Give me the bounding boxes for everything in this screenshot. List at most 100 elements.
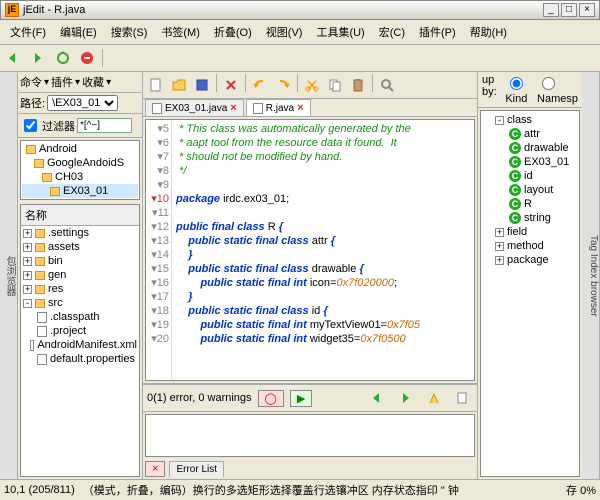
file-icon (253, 103, 263, 114)
tree-item[interactable]: GoogleAndoidS (22, 156, 138, 170)
refresh-button[interactable] (52, 47, 74, 69)
file-icon (37, 312, 47, 323)
class-icon: C (509, 184, 521, 196)
save-button[interactable] (191, 74, 213, 96)
outline-group[interactable]: + package (483, 253, 577, 267)
errorlist-tab[interactable]: Error List (169, 461, 224, 477)
menu-item[interactable]: 折叠(O) (208, 22, 258, 42)
folder-icon (34, 159, 44, 168)
search-button[interactable] (376, 74, 398, 96)
cut-button[interactable] (301, 74, 323, 96)
list-item[interactable]: .classpath (21, 310, 139, 324)
outline-class[interactable]: - class (483, 113, 577, 127)
list-item[interactable]: .project (21, 324, 139, 338)
plugin-label[interactable]: 插件 (51, 74, 73, 90)
outline-item[interactable]: Clayout (483, 183, 577, 197)
menu-item[interactable]: 编辑(E) (54, 22, 103, 42)
class-icon: C (509, 156, 521, 168)
close-icon[interactable]: × (230, 102, 236, 114)
list-item[interactable]: +gen (21, 268, 139, 282)
outline-item[interactable]: Cattr (483, 127, 577, 141)
menu-item[interactable]: 插件(P) (413, 22, 462, 42)
menu-item[interactable]: 帮助(H) (464, 22, 513, 42)
menu-item[interactable]: 视图(V) (260, 22, 309, 42)
code-area[interactable]: * This class was automatically generated… (172, 120, 474, 380)
new-button[interactable] (145, 74, 167, 96)
error-stop-button[interactable]: ◯ (258, 390, 284, 407)
outline-item[interactable]: Cid (483, 169, 577, 183)
prev-error-button[interactable] (367, 387, 389, 409)
menubar: 文件(F)编辑(E)搜索(S)书签(M)折叠(O)视图(V)工具集(U)宏(C)… (0, 20, 600, 45)
expand-icon[interactable]: + (23, 257, 32, 266)
close-button[interactable]: × (579, 3, 595, 17)
redo-button[interactable] (272, 74, 294, 96)
back-button[interactable] (4, 47, 26, 69)
outline-group[interactable]: + method (483, 239, 577, 253)
groupby-label: up by: (482, 74, 501, 105)
list-item[interactable]: +.settings (21, 226, 139, 240)
copy-errors-button[interactable] (451, 387, 473, 409)
paste-button[interactable] (347, 74, 369, 96)
error-go-button[interactable]: ▶ (290, 390, 312, 407)
class-icon: C (509, 198, 521, 210)
expand-icon[interactable]: + (23, 271, 32, 280)
folder-icon (35, 257, 45, 266)
close-icon[interactable]: × (297, 102, 303, 114)
tree-item[interactable]: CH03 (22, 170, 138, 184)
error-panel: 0(1) error, 0 warnings ◯ ▶ × Error List (143, 383, 477, 479)
outline-item[interactable]: CR (483, 197, 577, 211)
list-item[interactable]: default.properties (21, 352, 139, 366)
list-item[interactable]: +assets (21, 240, 139, 254)
next-error-button[interactable] (395, 387, 417, 409)
editor-tab[interactable]: R.java × (246, 99, 311, 116)
list-item[interactable]: +bin (21, 254, 139, 268)
menu-item[interactable]: 宏(C) (373, 22, 411, 42)
list-item[interactable]: +res (21, 282, 139, 296)
expand-icon[interactable]: - (23, 299, 32, 308)
groupby-namesp[interactable]: Namesp (537, 74, 578, 105)
tree-item[interactable]: EX03_01 (22, 184, 138, 198)
outline-item[interactable]: CEX03_01 (483, 155, 577, 169)
name-column[interactable]: 名称 (21, 205, 139, 226)
menu-item[interactable]: 工具集(U) (310, 22, 370, 42)
stop-button[interactable] (76, 47, 98, 69)
close-errorlist-button[interactable]: × (145, 461, 165, 477)
filter-input[interactable] (77, 118, 132, 133)
outline-item[interactable]: Cstring (483, 211, 577, 225)
minimize-button[interactable]: _ (543, 3, 559, 17)
menu-item[interactable]: 文件(F) (4, 22, 52, 42)
delete-button[interactable] (220, 74, 242, 96)
sidetab-right[interactable]: Tag Index browser (582, 72, 600, 479)
file-icon (37, 326, 47, 337)
cmd-label[interactable]: 命令 (20, 74, 42, 90)
app-icon: jE (5, 3, 19, 17)
menu-item[interactable]: 书签(M) (155, 22, 206, 42)
expand-icon[interactable]: + (23, 229, 32, 238)
expand-icon[interactable]: + (23, 285, 32, 294)
path-select[interactable]: \EX03_01 (47, 95, 118, 111)
fav-label[interactable]: 收藏 (82, 74, 104, 90)
folder-icon (35, 229, 45, 238)
menu-item[interactable]: 搜索(S) (105, 22, 154, 42)
folder-icon (26, 145, 36, 154)
statusbar: 10,1 (205/811) （模式，折叠，编码）换行的多选矩形选择覆盖行选镶冲… (0, 479, 600, 500)
forward-button[interactable] (28, 47, 50, 69)
folder-icon (35, 285, 45, 294)
clear-errors-button[interactable] (423, 387, 445, 409)
expand-icon[interactable]: + (23, 243, 32, 252)
groupby-kind[interactable]: Kind (505, 74, 533, 105)
code-editor[interactable]: ▾5▾6▾7▾8▾9▾10▾11▾12▾13▾14▾15▾16▾17▾18▾19… (145, 119, 475, 381)
list-item[interactable]: AndroidManifest.xml (21, 338, 139, 352)
open-button[interactable] (168, 74, 190, 96)
tree-item[interactable]: Android (22, 142, 138, 156)
maximize-button[interactable]: □ (561, 3, 577, 17)
list-item[interactable]: -src (21, 296, 139, 310)
filter-check[interactable] (24, 119, 37, 132)
sidetab-left[interactable]: 包浏览器 (0, 72, 18, 479)
undo-button[interactable] (249, 74, 271, 96)
status-mid: （模式，折叠，编码）换行的多选矩形选择覆盖行选镶冲区 内存状态指印 " 钟 (83, 482, 558, 498)
editor-tab[interactable]: EX03_01.java × (145, 99, 244, 116)
outline-item[interactable]: Cdrawable (483, 141, 577, 155)
copy-button[interactable] (324, 74, 346, 96)
outline-group[interactable]: + field (483, 225, 577, 239)
